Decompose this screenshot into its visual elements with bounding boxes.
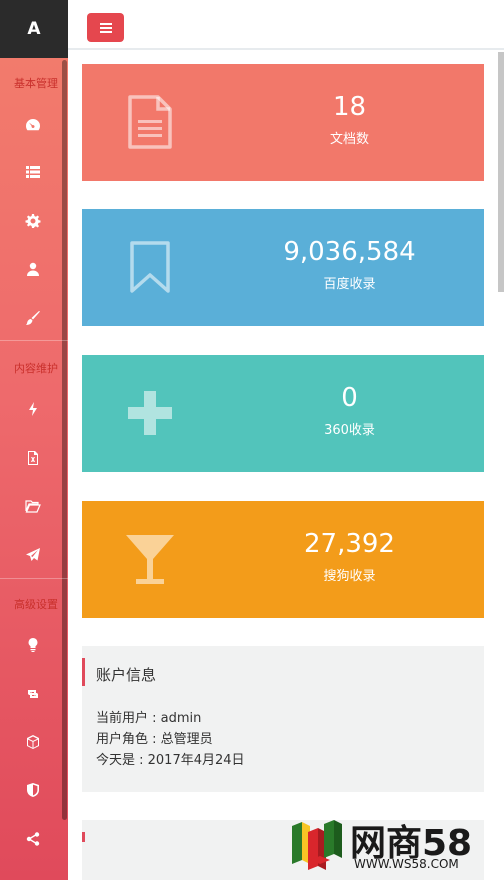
retweet-icon[interactable] bbox=[22, 683, 44, 705]
excel-file-icon[interactable] bbox=[22, 447, 44, 469]
today-date-text: 今天是 : 2017年4月24日 bbox=[96, 753, 245, 768]
bookmark-icon bbox=[130, 241, 170, 293]
stat-value: 9,036,584 bbox=[283, 237, 416, 267]
user-icon[interactable] bbox=[22, 258, 44, 280]
stat-value: 0 bbox=[341, 383, 358, 413]
top-bar bbox=[68, 0, 504, 50]
folder-open-icon[interactable] bbox=[22, 495, 44, 517]
section-divider bbox=[0, 340, 68, 341]
bolt-icon[interactable] bbox=[22, 398, 44, 420]
main-scrollbar[interactable] bbox=[498, 52, 504, 292]
watermark-url: WWW.WS58.COM bbox=[354, 857, 459, 871]
gear-icon[interactable] bbox=[22, 210, 44, 232]
watermark: 网商58 WWW.WS58.COM bbox=[288, 812, 494, 876]
dashboard-icon[interactable] bbox=[22, 114, 44, 136]
list-icon[interactable] bbox=[22, 161, 44, 183]
cocktail-glass-icon bbox=[126, 535, 174, 584]
brand-letter: A bbox=[27, 19, 41, 39]
stat-label: 搜狗收录 bbox=[323, 569, 376, 584]
panel-accent-bar bbox=[82, 658, 85, 686]
document-icon bbox=[128, 95, 172, 149]
stat-label: 百度收录 bbox=[323, 277, 376, 292]
cube-icon[interactable] bbox=[22, 731, 44, 753]
stat-label: 360收录 bbox=[324, 423, 375, 438]
stat-card-baidu[interactable]: 9,036,584 百度收录 bbox=[82, 209, 484, 326]
shield-icon[interactable] bbox=[22, 779, 44, 801]
plus-icon bbox=[128, 391, 172, 435]
paper-plane-icon[interactable] bbox=[22, 544, 44, 566]
stat-card-documents[interactable]: 18 文档数 bbox=[82, 64, 484, 181]
current-user-text: 当前用户 : admin bbox=[96, 711, 202, 726]
menu-toggle-button[interactable] bbox=[87, 13, 124, 42]
stat-value: 27,392 bbox=[304, 529, 395, 559]
watermark-logo-icon bbox=[292, 820, 342, 870]
sidebar: A 基本管理 内容维护 高级设置 bbox=[0, 0, 68, 880]
sidebar-scrollbar[interactable] bbox=[62, 60, 67, 820]
section-divider bbox=[0, 578, 68, 579]
share-icon[interactable] bbox=[22, 828, 44, 850]
user-role-text: 用户角色 : 总管理员 bbox=[96, 732, 213, 747]
section-title-advanced: 高级设置 bbox=[14, 598, 58, 611]
stat-card-360[interactable]: 0 360收录 bbox=[82, 355, 484, 472]
section-title-content: 内容维护 bbox=[14, 362, 58, 375]
brand-logo[interactable]: A bbox=[0, 0, 68, 58]
stat-label: 文档数 bbox=[329, 132, 369, 147]
stat-value: 18 bbox=[332, 92, 367, 122]
lightbulb-icon[interactable] bbox=[22, 634, 44, 656]
hamburger-icon bbox=[99, 22, 112, 33]
stat-card-sogou[interactable]: 27,392 搜狗收录 bbox=[82, 501, 484, 618]
panel-accent-bar bbox=[82, 832, 85, 842]
panel-title: 账户信息 bbox=[96, 666, 157, 684]
account-info-panel: 账户信息 当前用户 : admin 用户角色 : 总管理员 今天是 : 2017… bbox=[82, 646, 484, 792]
brush-icon[interactable] bbox=[22, 307, 44, 329]
section-title-basic: 基本管理 bbox=[14, 77, 58, 90]
